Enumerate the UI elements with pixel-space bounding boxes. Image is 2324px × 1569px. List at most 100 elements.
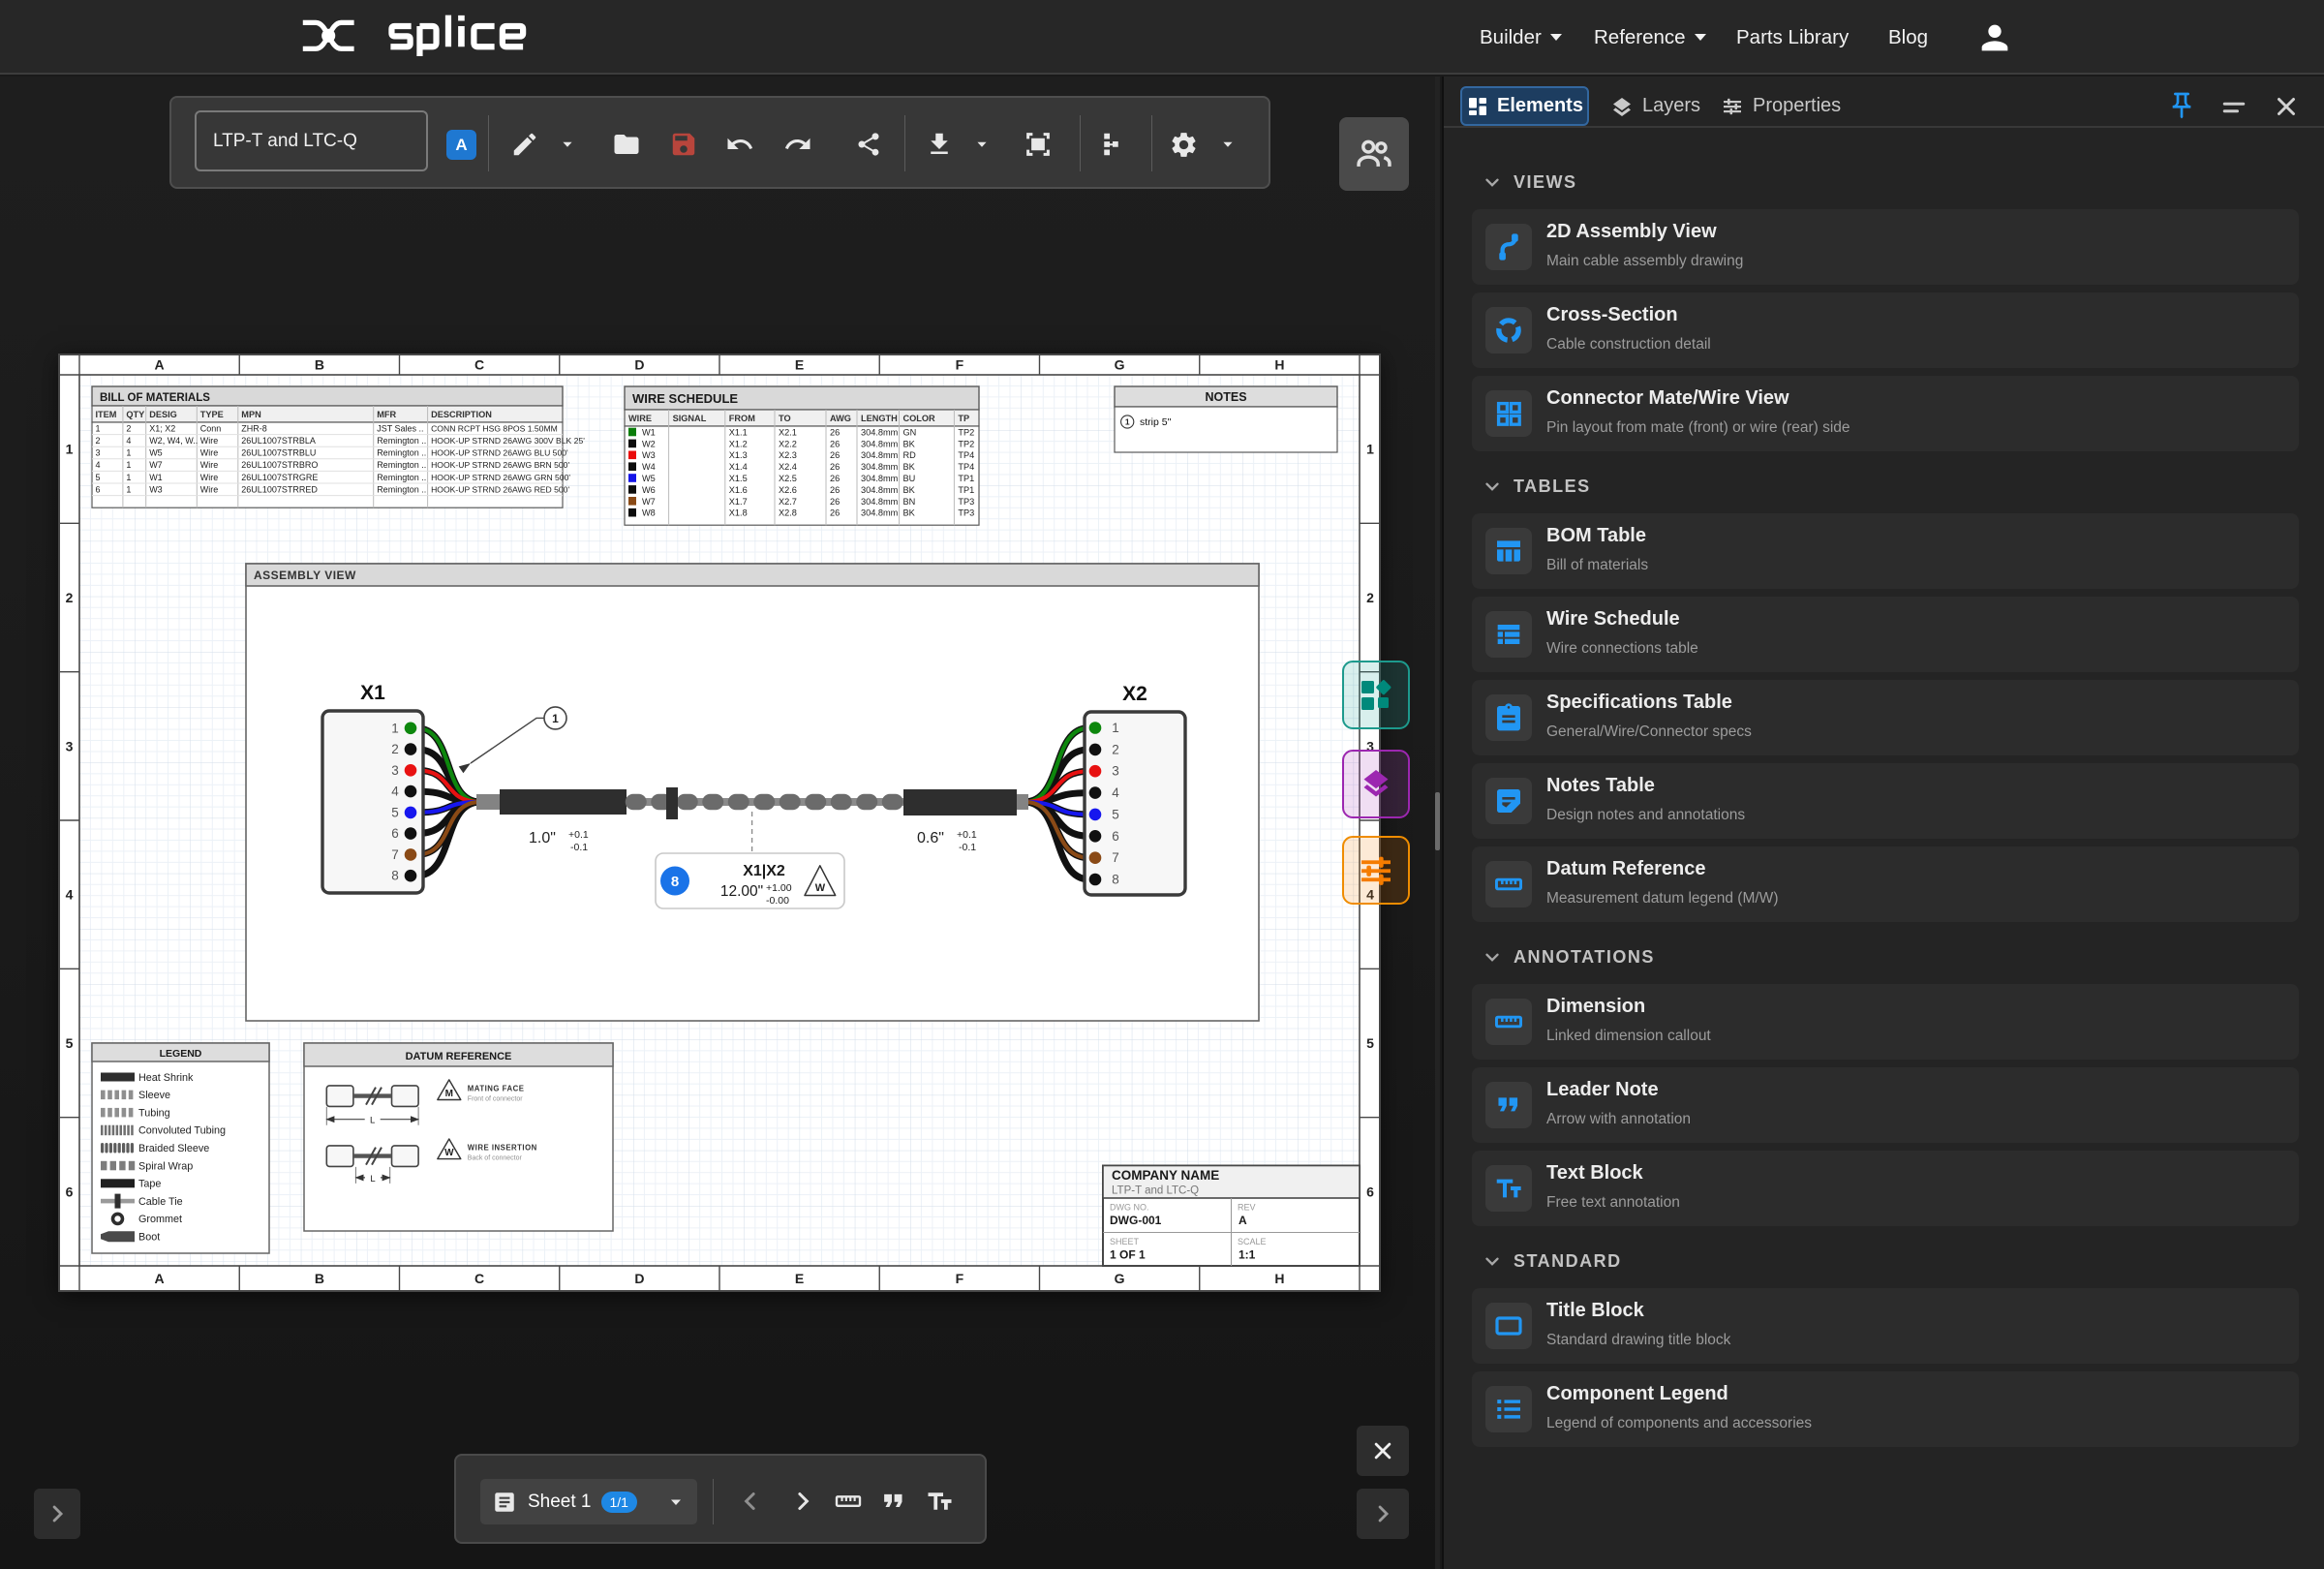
svg-text:Cable Tie: Cable Tie <box>138 1196 183 1208</box>
svg-text:Wire: Wire <box>200 484 219 494</box>
svg-text:304.8mm: 304.8mm <box>861 485 899 495</box>
svg-text:DWG NO.: DWG NO. <box>1110 1203 1149 1213</box>
svg-text:W3: W3 <box>642 450 656 460</box>
svg-text:2: 2 <box>1366 590 1374 605</box>
svg-text:304.8mm: 304.8mm <box>861 427 899 437</box>
svg-text:C: C <box>474 1271 484 1286</box>
svg-text:BK: BK <box>903 485 916 495</box>
svg-text:X2.3: X2.3 <box>779 450 797 460</box>
svg-text:26UL1007STRBRO: 26UL1007STRBRO <box>241 460 318 470</box>
svg-text:BN: BN <box>903 497 916 507</box>
svg-text:ASSEMBLY VIEW: ASSEMBLY VIEW <box>254 569 356 582</box>
svg-text:26UL1007STRRED: 26UL1007STRRED <box>241 484 318 494</box>
svg-text:1: 1 <box>1112 721 1119 735</box>
svg-text:Spiral Wrap: Spiral Wrap <box>138 1160 193 1172</box>
svg-text:W4: W4 <box>642 462 656 472</box>
svg-text:BK: BK <box>903 508 916 518</box>
svg-text:HOOK-UP STRND 26AWG RED 500': HOOK-UP STRND 26AWG RED 500' <box>431 484 569 494</box>
svg-text:W5: W5 <box>149 448 163 458</box>
svg-text:26: 26 <box>830 508 840 518</box>
svg-text:Tubing: Tubing <box>138 1107 170 1119</box>
svg-text:1: 1 <box>1366 442 1374 457</box>
svg-text:TO: TO <box>779 414 791 423</box>
svg-text:304.8mm: 304.8mm <box>861 474 899 483</box>
svg-text:E: E <box>795 1271 804 1286</box>
svg-text:Boot: Boot <box>138 1232 160 1244</box>
svg-text:WIRE INSERTION: WIRE INSERTION <box>468 1144 537 1153</box>
svg-text:WIRE SCHEDULE: WIRE SCHEDULE <box>632 391 738 406</box>
svg-text:HOOK-UP STRND 26AWG 300V BLK 2: HOOK-UP STRND 26AWG 300V BLK 25' <box>431 436 585 446</box>
svg-text:HOOK-UP STRND 26AWG GRN 500': HOOK-UP STRND 26AWG GRN 500' <box>431 473 570 482</box>
svg-text:D: D <box>634 357 644 373</box>
svg-text:W6: W6 <box>642 485 656 495</box>
svg-text:4: 4 <box>126 436 131 446</box>
svg-text:Remington ..: Remington .. <box>377 484 426 494</box>
svg-text:TP2: TP2 <box>958 439 974 448</box>
svg-text:X1.3: X1.3 <box>729 450 748 460</box>
svg-text:Remington ..: Remington .. <box>377 436 426 446</box>
svg-text:WIRE: WIRE <box>628 414 652 423</box>
svg-text:TP1: TP1 <box>958 474 974 483</box>
svg-text:Tape: Tape <box>138 1179 161 1190</box>
svg-text:H: H <box>1274 357 1284 373</box>
svg-text:1: 1 <box>552 712 559 725</box>
svg-text:Wire: Wire <box>200 473 219 482</box>
svg-text:W2: W2 <box>642 439 656 448</box>
svg-text:LTP-T and LTC-Q: LTP-T and LTC-Q <box>1112 1185 1199 1197</box>
svg-text:SCALE: SCALE <box>1238 1237 1267 1246</box>
svg-text:D: D <box>634 1271 644 1286</box>
svg-text:TP4: TP4 <box>958 450 974 460</box>
svg-text:0.6": 0.6" <box>917 830 944 846</box>
svg-text:Remington ..: Remington .. <box>377 473 426 482</box>
svg-text:H: H <box>1274 1271 1284 1286</box>
svg-text:F: F <box>956 357 964 373</box>
svg-text:3: 3 <box>66 738 74 754</box>
svg-text:W7: W7 <box>642 497 656 507</box>
svg-text:12.00": 12.00" <box>720 883 763 900</box>
svg-text:ITEM: ITEM <box>96 410 117 419</box>
svg-text:7: 7 <box>391 847 399 862</box>
svg-text:8: 8 <box>671 874 679 890</box>
svg-text:Grommet: Grommet <box>138 1214 182 1225</box>
svg-text:TP4: TP4 <box>958 462 974 472</box>
svg-text:MFR: MFR <box>377 410 396 419</box>
svg-text:X1.1: X1.1 <box>729 427 748 437</box>
svg-text:304.8mm: 304.8mm <box>861 508 899 518</box>
svg-text:M: M <box>445 1089 453 1099</box>
svg-text:W5: W5 <box>642 474 656 483</box>
svg-text:2: 2 <box>126 423 131 433</box>
svg-text:1.0": 1.0" <box>529 830 556 846</box>
svg-text:3: 3 <box>1112 764 1119 779</box>
svg-text:26: 26 <box>830 427 840 437</box>
svg-text:ZHR-8: ZHR-8 <box>241 423 266 433</box>
svg-text:2: 2 <box>66 590 74 605</box>
svg-text:W3: W3 <box>149 484 163 494</box>
svg-text:3: 3 <box>96 448 101 458</box>
svg-text:DESIG: DESIG <box>149 410 177 419</box>
svg-text:4: 4 <box>391 784 399 799</box>
svg-text:26: 26 <box>830 439 840 448</box>
svg-text:6: 6 <box>66 1184 74 1199</box>
svg-text:W: W <box>444 1148 454 1158</box>
svg-text:HOOK-UP STRND 26AWG BRN 500': HOOK-UP STRND 26AWG BRN 500' <box>431 460 569 470</box>
svg-text:1: 1 <box>126 473 131 482</box>
svg-text:5: 5 <box>96 473 101 482</box>
svg-text:B: B <box>315 357 324 373</box>
svg-text:1: 1 <box>66 442 74 457</box>
svg-text:304.8mm: 304.8mm <box>861 450 899 460</box>
svg-text:5: 5 <box>1366 1035 1374 1051</box>
svg-text:Wire: Wire <box>200 436 219 446</box>
svg-text:+0.1: +0.1 <box>957 829 977 841</box>
svg-text:X1.7: X1.7 <box>729 497 748 507</box>
svg-text:Sleeve: Sleeve <box>138 1090 170 1101</box>
svg-text:26: 26 <box>830 450 840 460</box>
svg-text:4: 4 <box>96 460 101 470</box>
svg-text:26UL1007STRBLA: 26UL1007STRBLA <box>241 436 316 446</box>
svg-text:8: 8 <box>1112 873 1119 887</box>
svg-text:G: G <box>1115 1271 1125 1286</box>
svg-text:1 OF 1: 1 OF 1 <box>1110 1248 1146 1262</box>
svg-text:L: L <box>370 1174 375 1184</box>
svg-text:BK: BK <box>903 439 916 448</box>
svg-text:6: 6 <box>96 484 101 494</box>
svg-text:X2.8: X2.8 <box>779 508 797 518</box>
